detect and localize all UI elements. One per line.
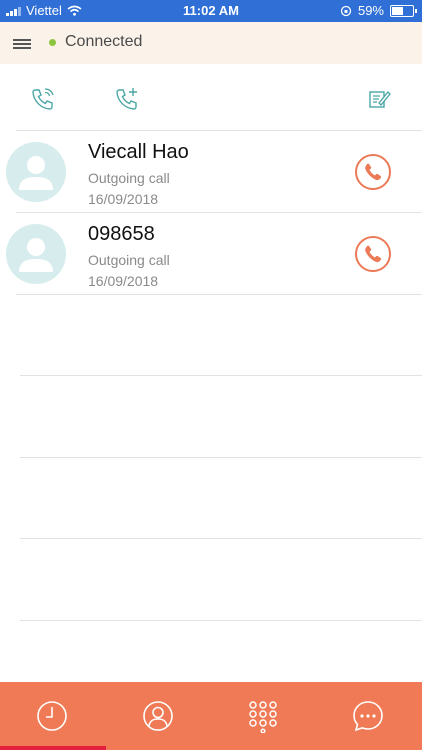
chat-icon[interactable] (351, 699, 385, 733)
active-tab-indicator (0, 746, 106, 750)
battery-icon (390, 4, 417, 17)
divider (16, 294, 422, 295)
phone-call-icon[interactable] (30, 86, 56, 112)
status-right: 59% (340, 3, 417, 18)
call-history-row[interactable]: Viecall Hao Outgoing call 16/09/2018 (0, 131, 422, 212)
header-bar: Connected (0, 22, 422, 64)
dialpad-icon[interactable] (246, 699, 280, 734)
divider (20, 538, 422, 539)
call-date: 16/09/2018 (88, 273, 159, 289)
contact-name: Viecall Hao (88, 141, 189, 163)
avatar (6, 224, 66, 284)
call-type: Outgoing call (88, 170, 170, 186)
bottom-navigation (0, 682, 422, 750)
connection-status-dot (49, 39, 56, 46)
call-back-button[interactable] (355, 236, 391, 272)
person-icon (19, 156, 53, 190)
call-type: Outgoing call (88, 252, 170, 268)
call-back-button[interactable] (355, 154, 391, 190)
phone-icon (365, 163, 382, 181)
rotation-lock-icon (340, 5, 352, 16)
connection-status-label: Connected (65, 33, 143, 50)
edit-icon[interactable] (367, 86, 393, 112)
call-date: 16/09/2018 (88, 191, 159, 207)
avatar (6, 142, 66, 202)
divider (20, 457, 422, 458)
divider (20, 620, 422, 621)
recent-clock-icon[interactable] (35, 699, 69, 733)
divider (20, 375, 422, 376)
phone-icon (365, 245, 382, 263)
contacts-icon[interactable] (141, 699, 175, 733)
hamburger-menu-icon[interactable] (13, 39, 31, 49)
status-bar: Viettel 11:02 AM 59% (0, 0, 422, 22)
call-history-row[interactable]: 098658 Outgoing call 16/09/2018 (0, 213, 422, 294)
add-call-icon[interactable] (114, 86, 140, 112)
contact-name: 098658 (88, 223, 155, 245)
battery-percent: 59% (357, 3, 384, 18)
toolbar (0, 64, 422, 130)
person-icon (19, 238, 53, 272)
